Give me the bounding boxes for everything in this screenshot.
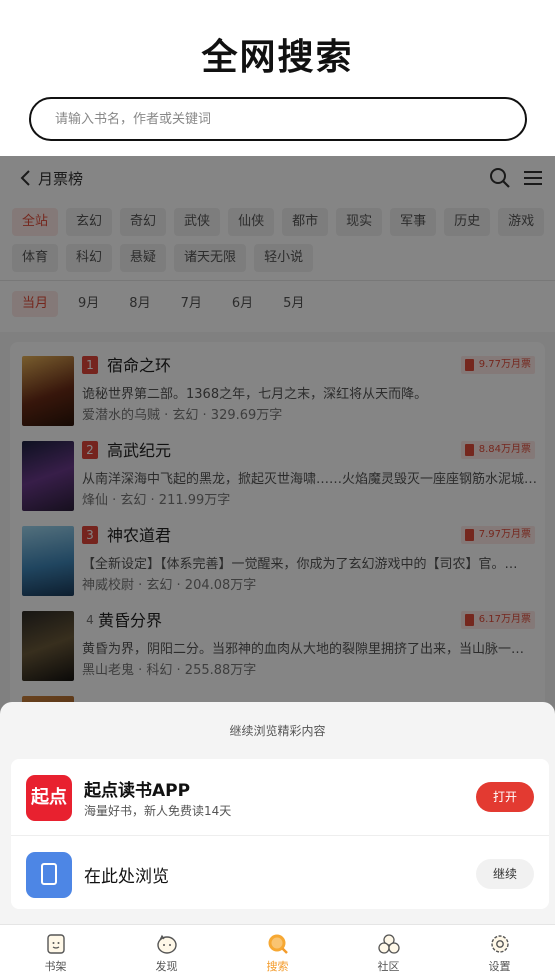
- qidian-app-option[interactable]: 起点 起点读书APP 海量好书，新人免费读14天 打开: [11, 759, 549, 835]
- tab-label: 社区: [377, 960, 400, 973]
- tab-label: 设置: [488, 960, 511, 973]
- search-box[interactable]: [29, 97, 527, 141]
- search-input[interactable]: [53, 110, 525, 128]
- sheet-title: 继续浏览精彩内容: [229, 724, 326, 738]
- tab-search[interactable]: 搜索: [222, 925, 333, 976]
- browse-here-label: 在此处浏览: [84, 867, 169, 887]
- tab-bookshelf[interactable]: 书架: [0, 925, 111, 976]
- app-name: 起点读书APP: [84, 781, 191, 801]
- tab-discover[interactable]: 发现: [111, 925, 222, 976]
- bookshelf-icon: [46, 934, 65, 954]
- page-title: 全网搜索: [201, 37, 354, 78]
- sheet-options: 起点 起点读书APP 海量好书，新人免费读14天 打开 在此处浏览 继续: [11, 759, 549, 909]
- continue-button[interactable]: 继续: [476, 859, 534, 889]
- tab-label: 搜索: [266, 960, 289, 973]
- app-subtitle: 海量好书，新人免费读14天: [84, 804, 232, 818]
- bottom-tab-bar: 书架 发现 搜索 社区 设置: [0, 924, 555, 976]
- tab-label: 发现: [155, 960, 178, 973]
- community-icon: [377, 934, 400, 954]
- tablet-icon: [26, 852, 72, 898]
- open-app-button[interactable]: 打开: [476, 782, 534, 812]
- continue-sheet: 继续浏览精彩内容 起点 起点读书APP 海量好书，新人免费读14天 打开 在此处…: [0, 702, 555, 924]
- search-header: 全网搜索: [0, 0, 555, 156]
- tab-label: 书架: [44, 960, 67, 973]
- browser-option[interactable]: 在此处浏览 继续: [11, 835, 549, 912]
- discover-icon: [156, 934, 177, 954]
- settings-icon: [490, 935, 509, 953]
- qidian-app-icon: 起点: [26, 775, 72, 821]
- tab-settings[interactable]: 设置: [444, 925, 555, 976]
- tab-community[interactable]: 社区: [333, 925, 444, 976]
- search-icon: [268, 934, 288, 954]
